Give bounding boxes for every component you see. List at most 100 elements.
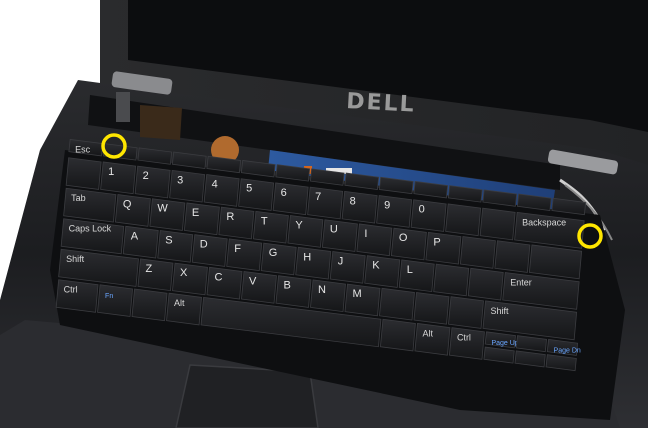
key-num-9	[376, 195, 413, 228]
key-a	[122, 225, 159, 259]
key-s-label: S	[165, 235, 172, 247]
key-r-label: R	[226, 211, 234, 223]
key-lbracket	[459, 236, 496, 269]
key-i	[356, 223, 393, 257]
key-ctrl-right-label: Ctrl	[457, 333, 471, 343]
key-k-label: K	[372, 260, 380, 272]
key-backslash	[528, 244, 583, 280]
key-c	[206, 266, 243, 300]
key-y-label: Y	[295, 220, 303, 232]
key-menu	[380, 318, 416, 352]
key-l-label: L	[407, 264, 413, 276]
key-m-label: M	[353, 288, 362, 300]
key-e-label: E	[192, 207, 199, 219]
key-v-label: V	[249, 276, 257, 288]
key-num-9-label: 9	[384, 200, 390, 212]
key-num-8	[341, 190, 378, 224]
key-t-label: T	[261, 215, 268, 227]
key-num-2-label: 2	[143, 170, 149, 182]
laptop-photo: DELL Esc1 2 3 4 5 6 7 8 9 0BackspaceTabQ…	[0, 0, 648, 428]
key-alt-right-label: Alt	[422, 328, 433, 338]
key-r	[218, 206, 255, 240]
key-num-6-label: 6	[281, 187, 287, 199]
key-u-label: U	[330, 224, 338, 236]
key-shift-left-label: Shift	[66, 254, 85, 264]
key-u	[321, 219, 358, 252]
key-b-label: B	[284, 280, 291, 292]
key-num-5-label: 5	[246, 183, 252, 195]
key-i-label: I	[364, 228, 367, 240]
key-num-1-label: 1	[108, 166, 114, 178]
key-t	[252, 210, 289, 244]
key-k	[364, 255, 401, 288]
key-semicolon	[433, 263, 470, 297]
key-c-label: C	[215, 271, 223, 283]
key-x-label: X	[180, 267, 188, 279]
key-num-8-label: 8	[350, 195, 356, 207]
key-rbracket	[494, 240, 531, 273]
key-num-1	[100, 161, 137, 195]
key-d-label: D	[200, 239, 208, 251]
key-ctrl-left-label: Ctrl	[64, 285, 78, 295]
key-m	[344, 283, 381, 317]
key-g	[260, 242, 297, 276]
key-num-6	[272, 182, 309, 216]
key-d	[191, 234, 228, 267]
key-s	[157, 230, 194, 263]
key-comma	[379, 287, 415, 321]
key-windows	[131, 288, 168, 322]
key-q	[114, 194, 151, 227]
key-num-5	[238, 178, 275, 211]
key-enter-label: Enter	[510, 278, 532, 288]
key-num-0	[410, 199, 447, 232]
key-num-0-label: 0	[419, 204, 425, 216]
key-h	[295, 246, 332, 280]
key-equals	[479, 207, 516, 241]
key-j-label: J	[338, 256, 344, 268]
key-num-3	[169, 169, 206, 203]
key-x	[172, 262, 208, 296]
key-num-7-label: 7	[315, 191, 321, 203]
key-n-label: N	[318, 284, 326, 296]
key-backtick	[65, 157, 102, 190]
key-w-label: W	[157, 203, 168, 215]
key-caps-label: Caps Lock	[69, 224, 112, 234]
key-y	[287, 215, 324, 248]
key-p-label: P	[433, 236, 440, 248]
key-fn	[97, 284, 133, 317]
photo-stage: DELL Esc 1 2 3 4 5 6 7 8 9 0 Backspace T…	[0, 0, 648, 428]
key-num-4-label: 4	[212, 179, 218, 191]
key-o-label: O	[399, 232, 408, 244]
key-num-7	[307, 186, 344, 220]
key-num-4	[203, 174, 240, 207]
key-period	[413, 292, 450, 325]
key-g-label: G	[269, 247, 278, 259]
key-o	[390, 227, 427, 261]
key-v	[241, 271, 277, 304]
key-num-2	[134, 165, 171, 199]
key-fn-label: Fn	[105, 293, 113, 300]
key-e	[183, 202, 220, 236]
key-h-label: H	[303, 251, 311, 263]
key-j	[329, 251, 366, 284]
key-b	[275, 275, 312, 308]
key-pgup-label: Page Up	[491, 340, 518, 347]
key-shift-right-label: Shift	[491, 306, 510, 316]
key-num-3-label: 3	[177, 174, 183, 186]
key-quote	[467, 267, 504, 301]
key-backspace-label: Backspace	[522, 217, 566, 227]
key-a-label: A	[131, 230, 139, 242]
key-f-label: F	[234, 243, 241, 255]
key-z-label: Z	[146, 263, 153, 275]
key-esc-label: Esc	[75, 144, 91, 154]
key-tab-label: Tab	[71, 193, 86, 203]
key-slash	[448, 296, 484, 329]
key-z	[137, 258, 174, 292]
key-f	[226, 238, 263, 272]
key-n	[310, 279, 346, 313]
key-q-label: Q	[123, 199, 132, 211]
key-alt-left-label: Alt	[174, 298, 185, 308]
key-l	[398, 259, 435, 293]
key-pgdn-label: Page Dn	[554, 347, 581, 354]
key-minus	[445, 203, 482, 237]
